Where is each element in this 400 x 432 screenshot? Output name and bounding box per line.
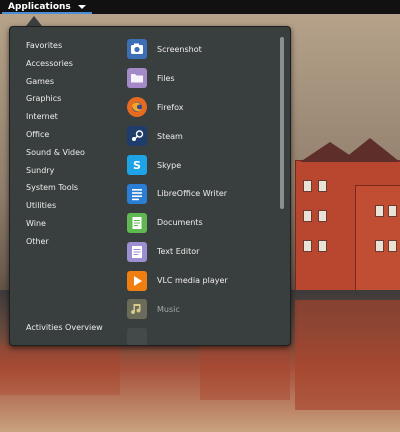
app-name: Text Editor — [157, 247, 200, 257]
app-item-screenshot[interactable]: Screenshot — [124, 35, 274, 64]
app-item-documents[interactable]: Documents — [124, 208, 274, 237]
app-name: Skype — [157, 160, 182, 170]
vlc-icon — [127, 270, 147, 291]
category-other[interactable]: Other — [26, 233, 118, 251]
app-name: Steam — [157, 131, 183, 141]
menu-pointer — [26, 16, 42, 26]
category-wine[interactable]: Wine — [26, 215, 118, 233]
category-sundry[interactable]: Sundry — [26, 162, 118, 180]
documents-icon — [127, 212, 147, 233]
app-list: Screenshot Files Firefox Steam S Skype L… — [124, 35, 274, 345]
app-item-libreoffice-writer[interactable]: LibreOffice Writer — [124, 179, 274, 208]
app-name: Music — [157, 304, 180, 314]
app-name: LibreOffice Writer — [157, 189, 228, 199]
applications-label: Applications — [8, 2, 71, 12]
app-name: Documents — [157, 218, 203, 228]
category-list: Favorites Accessories Games Graphics Int… — [26, 37, 118, 251]
category-graphics[interactable]: Graphics — [26, 90, 118, 108]
applications-menu-button[interactable]: Applications — [2, 0, 92, 14]
category-games[interactable]: Games — [26, 73, 118, 91]
folder-icon — [127, 68, 147, 89]
text-editor-icon — [127, 241, 147, 262]
skype-icon: S — [127, 155, 147, 175]
app-name: Screenshot — [157, 44, 202, 54]
category-sound-video[interactable]: Sound & Video — [26, 144, 118, 162]
app-item-partial — [124, 324, 274, 345]
app-name: Files — [157, 73, 175, 83]
firefox-icon — [127, 97, 147, 118]
chevron-down-icon — [77, 4, 86, 9]
app-icon — [127, 328, 147, 345]
app-item-files[interactable]: Files — [124, 64, 274, 93]
category-internet[interactable]: Internet — [26, 108, 118, 126]
category-accessories[interactable]: Accessories — [26, 55, 118, 73]
app-item-text-editor[interactable]: Text Editor — [124, 237, 274, 266]
app-name: VLC media player — [157, 276, 228, 286]
app-item-skype[interactable]: S Skype — [124, 151, 274, 180]
category-utilities[interactable]: Utilities — [26, 197, 118, 215]
category-system-tools[interactable]: System Tools — [26, 179, 118, 197]
app-name: Firefox — [157, 102, 184, 112]
app-item-music[interactable]: Music — [124, 295, 274, 324]
steam-icon — [127, 126, 147, 147]
app-item-vlc[interactable]: VLC media player — [124, 266, 274, 295]
activities-overview-link[interactable]: Activities Overview — [26, 323, 103, 332]
top-bar: Applications — [0, 0, 400, 14]
category-favorites[interactable]: Favorites — [26, 37, 118, 55]
applications-menu: Favorites Accessories Games Graphics Int… — [9, 26, 291, 346]
writer-icon — [127, 183, 147, 204]
camera-icon — [127, 39, 147, 60]
app-item-steam[interactable]: Steam — [124, 122, 274, 151]
app-list-scrollbar[interactable] — [280, 37, 284, 209]
music-icon — [127, 299, 147, 320]
app-item-firefox[interactable]: Firefox — [124, 93, 274, 122]
category-office[interactable]: Office — [26, 126, 118, 144]
